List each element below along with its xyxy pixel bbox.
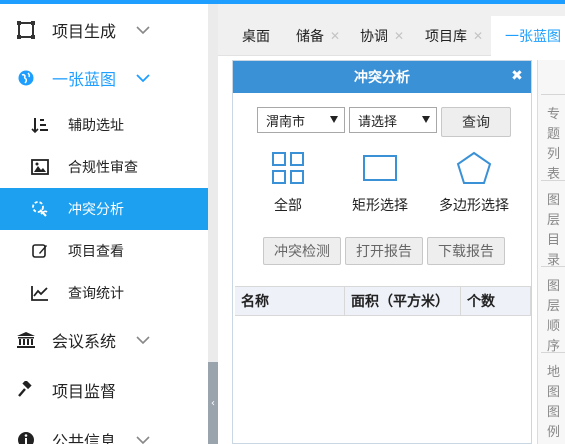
tab-label: 项目库: [425, 29, 467, 45]
tab-label: 协调: [360, 29, 388, 45]
sidebar-subitem-compliance-review[interactable]: 合规性审查: [0, 146, 208, 188]
select-all-tool[interactable]: 全部: [243, 151, 333, 215]
tool-label: 多边形选择: [439, 198, 509, 214]
chevron-left-icon: ‹: [211, 397, 215, 409]
vtab-layer-catalog[interactable]: 图层目录: [541, 180, 565, 271]
vtab-label: 地图图例: [546, 365, 560, 440]
grid-icon: [272, 152, 304, 184]
tab-project-library[interactable]: 项目库 ✕: [425, 16, 483, 56]
tab-desktop[interactable]: 桌面: [242, 16, 270, 56]
sidebar-item-label: 一张蓝图: [52, 70, 117, 89]
tab-reserve[interactable]: 储备 ✕: [296, 16, 340, 56]
tab-label: 桌面: [242, 29, 270, 45]
gavel-icon: [14, 378, 38, 402]
rectangle-select-tool[interactable]: 矩形选择: [335, 151, 425, 215]
tab-bar: 桌面 储备 ✕ 协调 ✕ 项目库 ✕ 一张蓝图: [218, 4, 565, 56]
column-header-count[interactable]: 个数: [461, 287, 531, 315]
conflict-detect-button[interactable]: 冲突检测: [263, 237, 341, 265]
globe-icon: [14, 66, 38, 90]
sidebar: 项目生成 一张蓝图 辅助选址 合规性审查 冲突分析 项目查看 查询统计 会议系统…: [0, 4, 208, 444]
conflict-analysis-dialog: 冲突分析 ✖ 渭南市 请选择 查询 全部 矩形选择 多边形选择 冲突检测 打开报…: [232, 60, 532, 444]
info-icon: [14, 428, 38, 444]
chevron-down-icon: [136, 336, 150, 345]
sidebar-item-label: 项目监督: [52, 382, 117, 401]
sidebar-subitem-label: 项目查看: [68, 244, 124, 260]
sidebar-subitem-project-view[interactable]: 项目查看: [0, 230, 208, 272]
sidebar-subitem-label: 查询统计: [68, 286, 124, 302]
result-table-header: 名称 面积（平方米） 个数: [235, 286, 531, 316]
tool-label: 矩形选择: [352, 198, 408, 214]
sidebar-item-public-info[interactable]: 公共信息: [0, 418, 208, 444]
sidebar-item-project-generation[interactable]: 项目生成: [0, 8, 208, 52]
close-icon[interactable]: ✖: [509, 68, 525, 84]
sidebar-item-project-supervision[interactable]: 项目监督: [0, 368, 208, 412]
edit-icon: [30, 241, 50, 261]
district-select-value: 请选择: [358, 114, 398, 130]
tool-label: 全部: [274, 198, 302, 214]
sidebar-subitem-query-stats[interactable]: 查询统计: [0, 272, 208, 314]
vtab-layer-order[interactable]: 图层顺序: [541, 266, 565, 357]
city-select[interactable]: 渭南市: [257, 107, 345, 133]
sort-numeric-icon: [30, 115, 50, 135]
sidebar-subitem-site-selection[interactable]: 辅助选址: [0, 104, 208, 146]
dropdown-arrow-icon: [330, 116, 338, 123]
dropdown-arrow-icon: [422, 116, 430, 123]
sidebar-subitem-label: 合规性审查: [68, 160, 138, 176]
frame-icon: [14, 18, 38, 42]
tab-coordination[interactable]: 协调 ✕: [360, 16, 404, 56]
sidebar-subitem-label: 冲突分析: [68, 202, 124, 218]
line-chart-icon: [30, 283, 50, 303]
close-icon[interactable]: ✕: [330, 29, 340, 43]
sidebar-collapse-handle[interactable]: ‹: [208, 362, 218, 444]
open-report-button[interactable]: 打开报告: [345, 237, 423, 265]
vtab-map-legend[interactable]: 地图图例: [541, 352, 565, 443]
query-button[interactable]: 查询: [441, 107, 511, 137]
chevron-down-icon: [136, 436, 150, 444]
vtab-topic-list[interactable]: 专题列表: [541, 94, 565, 185]
rectangle-icon: [363, 155, 397, 181]
district-select[interactable]: 请选择: [349, 107, 437, 133]
sidebar-item-meeting-system[interactable]: 会议系统: [0, 318, 208, 362]
sidebar-subitem-conflict-analysis[interactable]: 冲突分析: [0, 188, 208, 230]
close-icon[interactable]: ✕: [394, 29, 404, 43]
column-header-name[interactable]: 名称: [235, 287, 345, 315]
close-icon[interactable]: ✕: [473, 29, 483, 43]
city-select-value: 渭南市: [266, 114, 306, 130]
chevron-down-icon: [136, 26, 150, 35]
column-header-area[interactable]: 面积（平方米）: [345, 287, 461, 315]
tab-label: 储备: [296, 29, 324, 45]
download-report-button[interactable]: 下载报告: [427, 237, 505, 265]
bank-icon: [14, 328, 38, 352]
dialog-title: 冲突分析: [354, 70, 410, 86]
conflict-icon: [30, 199, 50, 219]
image-icon: [30, 157, 50, 177]
polygon-icon: [456, 151, 492, 184]
vtab-label: 专题列表: [546, 107, 560, 182]
vtab-label: 图层目录: [546, 193, 560, 268]
sidebar-item-label: 项目生成: [52, 22, 117, 41]
vtab-label: 图层顺序: [546, 279, 560, 354]
chevron-down-icon: [136, 74, 150, 83]
tab-label: 一张蓝图: [505, 29, 561, 45]
map-tool-panel: 专题列表 图层目录 图层顺序 地图图例: [537, 60, 565, 444]
sidebar-item-label: 会议系统: [52, 332, 117, 351]
sidebar-item-blueprint[interactable]: 一张蓝图: [0, 56, 208, 100]
sidebar-item-label: 公共信息: [52, 432, 117, 444]
tab-blueprint[interactable]: 一张蓝图: [491, 16, 565, 56]
polygon-select-tool[interactable]: 多边形选择: [429, 151, 519, 215]
dialog-header: 冲突分析: [233, 61, 531, 93]
sidebar-subitem-label: 辅助选址: [68, 118, 124, 134]
